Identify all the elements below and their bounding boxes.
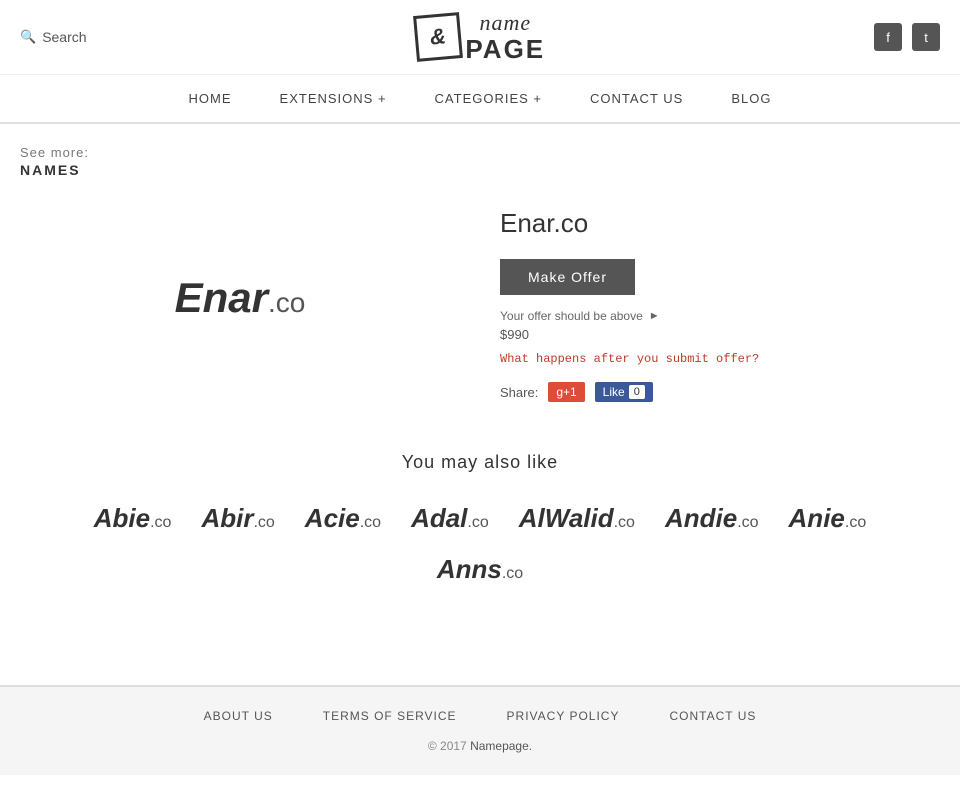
offer-price: $990 <box>500 327 940 342</box>
offer-arrow-icon: ► <box>649 310 660 322</box>
nav-blog[interactable]: BLOG <box>727 75 775 122</box>
domain-name-italic: Enar <box>175 274 268 321</box>
domain-name-large: Enar.co <box>175 274 306 322</box>
logo-text: name PAGE <box>465 11 545 64</box>
domain-info: Enar.co Make Offer Your offer should be … <box>500 198 940 402</box>
footer-terms[interactable]: TERMS OF SERVICE <box>323 709 457 723</box>
also-item-anns[interactable]: Anns.co <box>437 554 523 585</box>
main-nav: HOME EXTENSIONS + CATEGORIES + CONTACT U… <box>0 75 960 124</box>
also-like-grid-row2: Anns.co <box>20 554 940 585</box>
also-like-section: You may also like Abie.co Abir.co Acie.c… <box>20 452 940 585</box>
make-offer-button[interactable]: Make Offer <box>500 259 635 295</box>
fb-count: 0 <box>629 385 645 399</box>
nav-contact[interactable]: CONTACT US <box>586 75 687 122</box>
domain-area: Enar.co Enar.co Make Offer Your offer sh… <box>20 198 940 402</box>
facebook-icon[interactable]: f <box>874 23 902 51</box>
search-label: Search <box>42 29 86 45</box>
footer-privacy[interactable]: PRIVACY POLICY <box>507 709 620 723</box>
footer-copyright: © 2017 Namepage. <box>20 739 940 753</box>
logo-ampersand: & <box>429 23 447 50</box>
footer-brand-link[interactable]: Namepage. <box>470 739 532 753</box>
names-link[interactable]: NAMES <box>20 162 940 178</box>
social-links: f t <box>874 23 940 51</box>
site-logo[interactable]: & name PAGE <box>415 11 545 64</box>
also-item-abie[interactable]: Abie.co <box>94 503 172 534</box>
also-like-grid: Abie.co Abir.co Acie.co Adal.co AlWalid.… <box>20 503 940 534</box>
also-item-adal[interactable]: Adal.co <box>411 503 489 534</box>
nav-home[interactable]: HOME <box>185 75 236 122</box>
header: 🔍 Search & name PAGE f t <box>0 0 960 75</box>
share-row: Share: g+1 Like 0 <box>500 382 940 402</box>
logo-name: name <box>465 11 545 35</box>
offer-hint-text: Your offer should be above <box>500 309 643 323</box>
also-like-title: You may also like <box>20 452 940 473</box>
facebook-like-button[interactable]: Like 0 <box>595 382 653 402</box>
submit-question-link[interactable]: What happens after you submit offer? <box>500 352 940 366</box>
share-label: Share: <box>500 385 538 400</box>
google-plus-button[interactable]: g+1 <box>548 382 584 402</box>
footer-contact[interactable]: CONTACT US <box>669 709 756 723</box>
also-item-alwalid[interactable]: AlWalid.co <box>519 503 635 534</box>
twitter-icon[interactable]: t <box>912 23 940 51</box>
footer: ABOUT US TERMS OF SERVICE PRIVACY POLICY… <box>0 685 960 775</box>
logo-icon-box: & <box>413 12 463 62</box>
see-more-label: See more: <box>20 145 89 160</box>
search-icon: 🔍 <box>20 29 36 45</box>
also-item-acie[interactable]: Acie.co <box>305 503 381 534</box>
also-item-anie[interactable]: Anie.co <box>789 503 867 534</box>
search-button[interactable]: 🔍 Search <box>20 29 87 45</box>
also-item-andie[interactable]: Andie.co <box>665 503 759 534</box>
nav-extensions[interactable]: EXTENSIONS + <box>276 75 391 122</box>
footer-about[interactable]: ABOUT US <box>204 709 273 723</box>
domain-logo-large: Enar.co <box>20 198 460 398</box>
logo-page: PAGE <box>465 35 545 64</box>
fb-like-label: Like <box>603 385 625 399</box>
nav-categories[interactable]: CATEGORIES + <box>431 75 546 122</box>
offer-hint: Your offer should be above ► <box>500 309 940 323</box>
footer-links: ABOUT US TERMS OF SERVICE PRIVACY POLICY… <box>20 709 940 723</box>
see-more: See more: NAMES <box>20 144 940 178</box>
domain-tld-large: .co <box>268 287 305 318</box>
copyright-year: © 2017 <box>428 739 467 753</box>
also-item-abir[interactable]: Abir.co <box>201 503 274 534</box>
main-content: See more: NAMES Enar.co Enar.co Make Off… <box>0 124 960 645</box>
domain-title: Enar.co <box>500 208 940 239</box>
